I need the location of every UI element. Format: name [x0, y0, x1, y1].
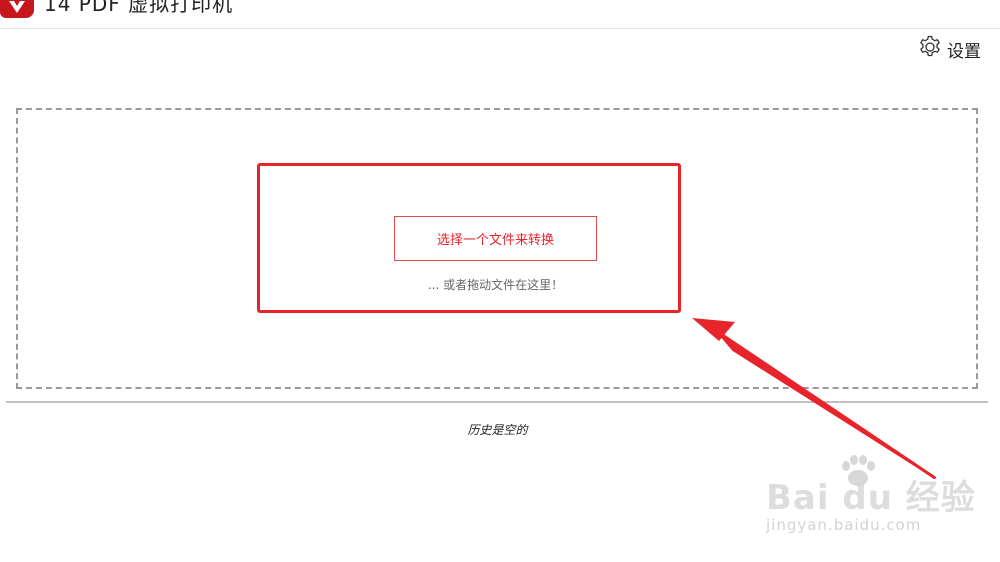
choose-file-button[interactable]: 选择一个文件来转换 [394, 216, 597, 261]
title-bar: 14 PDF 虚拟打印机 [0, 0, 1000, 29]
watermark-sub: jingyan.baidu.com [766, 516, 922, 534]
settings-label: 设置 [947, 41, 981, 62]
paw-icon [842, 455, 875, 486]
app-logo-icon [0, 0, 34, 18]
app-title: 14 PDF 虚拟打印机 [44, 0, 234, 16]
drop-hint-text: ... 或者拖动文件在这里！ [427, 278, 564, 292]
history-empty-text: 历史是空的 [467, 423, 528, 437]
gear-icon [917, 34, 943, 64]
watermark: Bai du 经验 jingyan.baidu.com [760, 452, 980, 542]
settings-button[interactable]: 设置 [917, 34, 981, 64]
divider [6, 401, 988, 403]
watermark-main: Bai du 经验 [766, 478, 976, 518]
